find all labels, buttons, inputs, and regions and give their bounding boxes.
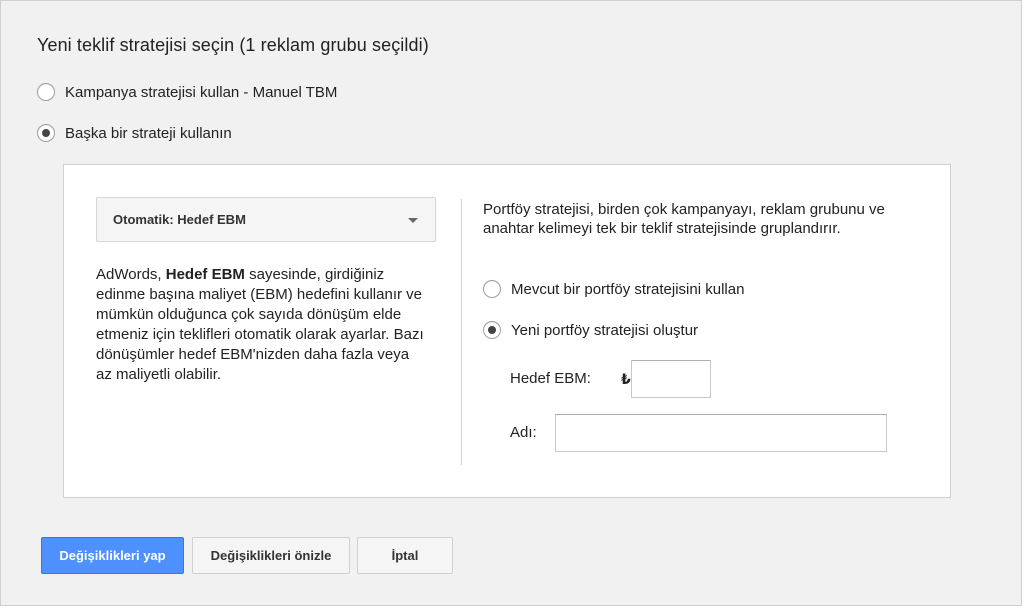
description-bold: Hedef EBM [165,266,245,283]
panel-divider [461,199,462,465]
radio-campaign-strategy-label: Kampanya stratejisi kullan - Manuel TBM [65,83,338,101]
description-suffix: sayesinde, girdiğiniz edinme başına mali… [96,266,424,383]
radio-selected-icon[interactable] [37,124,55,142]
chevron-down-icon [408,218,418,223]
target-cpa-label: Hedef EBM: [510,370,591,387]
apply-changes-button[interactable]: Değişiklikleri yap [41,537,184,574]
portfolio-description: Portföy stratejisi, birden çok kampanyay… [483,201,885,237]
name-input[interactable] [555,414,887,452]
radio-new-portfolio-label: Yeni portföy stratejisi oluştur [511,321,699,339]
radio-other-strategy-label: Başka bir strateji kullanın [65,124,232,142]
target-cpa-input[interactable] [631,360,711,398]
strategy-select-value: Otomatik: Hedef EBM [113,212,246,227]
name-label: Adı: [510,424,537,441]
preview-changes-button[interactable]: Değişiklikleri önizle [192,537,350,574]
strategy-description: AdWords, Hedef EBM sayesinde, girdiğiniz… [96,265,426,385]
radio-unselected-icon[interactable] [37,83,55,101]
dialog-title: Yeni teklif stratejisi seçin (1 reklam g… [37,35,429,55]
currency-symbol: ₺ [621,371,631,387]
radio-other-strategy[interactable]: Başka bir strateji kullanın [37,124,232,142]
radio-existing-portfolio[interactable]: Mevcut bir portföy stratejisini kullan [483,280,744,298]
radio-selected-icon[interactable] [483,321,501,339]
radio-existing-portfolio-label: Mevcut bir portföy stratejisini kullan [511,280,745,298]
strategy-panel: Otomatik: Hedef EBM AdWords, Hedef EBM s… [63,164,951,498]
strategy-select[interactable]: Otomatik: Hedef EBM [96,197,436,242]
radio-new-portfolio[interactable]: Yeni portföy stratejisi oluştur [483,321,698,339]
radio-unselected-icon[interactable] [483,280,501,298]
radio-campaign-strategy[interactable]: Kampanya stratejisi kullan - Manuel TBM [37,83,337,101]
bid-strategy-dialog: Yeni teklif stratejisi seçin (1 reklam g… [0,0,1022,606]
description-prefix: AdWords, [96,266,166,283]
cancel-button[interactable]: İptal [357,537,453,574]
